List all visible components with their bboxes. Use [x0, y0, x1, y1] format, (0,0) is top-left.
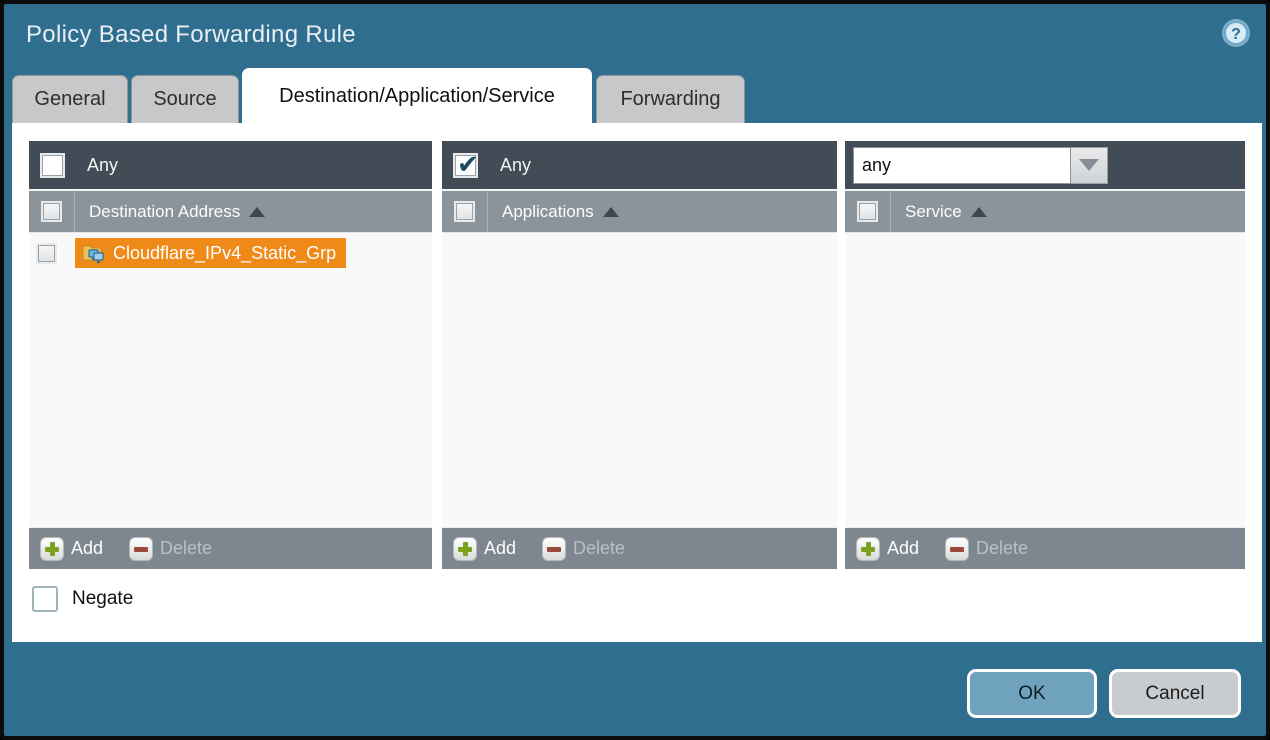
destination-address-list: Cloudflare_IPv4_Static_Grp — [29, 232, 432, 527]
destination-selectall-checkbox[interactable] — [41, 201, 62, 222]
negate-checkbox[interactable] — [32, 586, 58, 612]
address-group-icon — [81, 242, 105, 264]
address-group-name: Cloudflare_IPv4_Static_Grp — [113, 243, 336, 264]
chevron-down-icon — [1079, 159, 1099, 171]
applications-column: Any Applications Add Delete — [442, 141, 837, 569]
delete-icon — [945, 537, 969, 561]
destination-address-sort-header[interactable]: Destination Address — [89, 202, 265, 222]
destination-any-row: Any — [29, 141, 432, 189]
destination-delete-label: Delete — [160, 538, 212, 559]
destination-add-label: Add — [71, 538, 103, 559]
add-icon — [40, 537, 64, 561]
tab-forwarding[interactable]: Forwarding — [596, 75, 745, 123]
service-sort-header[interactable]: Service — [905, 202, 987, 222]
negate-row: Negate — [32, 586, 133, 612]
applications-any-checkbox[interactable] — [453, 153, 478, 178]
applications-sort-header[interactable]: Applications — [502, 202, 619, 222]
applications-any-row: Any — [442, 141, 837, 189]
help-icon[interactable]: ? — [1220, 17, 1252, 49]
service-header-label: Service — [905, 202, 962, 222]
applications-any-label: Any — [500, 155, 531, 176]
applications-header-label: Applications — [502, 202, 594, 222]
applications-header-row: Applications — [442, 189, 837, 232]
tab-general-label: General — [34, 88, 105, 111]
service-column: Service Add Delete — [845, 141, 1245, 569]
tab-source-label: Source — [153, 88, 216, 111]
tab-source[interactable]: Source — [131, 75, 239, 123]
destination-address-column: Any Destination Address — [29, 141, 432, 569]
delete-icon — [129, 537, 153, 561]
applications-delete-label: Delete — [573, 538, 625, 559]
negate-label: Negate — [72, 588, 133, 610]
service-list — [845, 232, 1245, 527]
destination-any-label: Any — [87, 155, 118, 176]
service-delete-label: Delete — [976, 538, 1028, 559]
sort-asc-icon — [603, 207, 619, 217]
cancel-button[interactable]: Cancel — [1109, 669, 1241, 718]
service-add-label: Add — [887, 538, 919, 559]
destination-item-checkbox[interactable] — [36, 243, 57, 264]
service-dropdown-button[interactable] — [1071, 147, 1108, 184]
delete-icon — [542, 537, 566, 561]
applications-selectall-checkbox[interactable] — [454, 201, 475, 222]
applications-selectall-cell — [442, 191, 488, 232]
service-dropdown-input[interactable] — [853, 147, 1071, 184]
destination-actions-bar: Add Delete — [29, 527, 432, 569]
policy-based-forwarding-dialog: Policy Based Forwarding Rule ? General S… — [0, 0, 1270, 740]
service-selectall-checkbox[interactable] — [857, 201, 878, 222]
ok-button[interactable]: OK — [967, 669, 1097, 718]
service-add-button[interactable]: Add — [856, 537, 919, 561]
sort-asc-icon — [249, 207, 265, 217]
applications-list — [442, 232, 837, 527]
service-actions-bar: Add Delete — [845, 527, 1245, 569]
add-icon — [856, 537, 880, 561]
dialog-title: Policy Based Forwarding Rule — [26, 21, 356, 49]
destination-address-header-row: Destination Address — [29, 189, 432, 232]
destination-address-row[interactable]: Cloudflare_IPv4_Static_Grp — [29, 233, 432, 273]
applications-add-label: Add — [484, 538, 516, 559]
tab-destination-label: Destination/Application/Service — [279, 85, 555, 108]
destination-delete-button[interactable]: Delete — [129, 537, 212, 561]
applications-actions-bar: Add Delete — [442, 527, 837, 569]
destination-address-header-label: Destination Address — [89, 202, 240, 222]
service-delete-button[interactable]: Delete — [945, 537, 1028, 561]
destination-selectall-cell — [29, 191, 75, 232]
tab-content-panel: Any Destination Address — [12, 123, 1262, 642]
service-header-row: Service — [845, 189, 1245, 232]
service-selectall-cell — [845, 191, 891, 232]
selected-address-group-chip[interactable]: Cloudflare_IPv4_Static_Grp — [75, 238, 346, 268]
applications-delete-button[interactable]: Delete — [542, 537, 625, 561]
tab-forwarding-label: Forwarding — [620, 88, 720, 111]
tab-destination-application-service[interactable]: Destination/Application/Service — [242, 68, 592, 124]
tab-general[interactable]: General — [12, 75, 128, 123]
destination-any-checkbox[interactable] — [40, 153, 65, 178]
service-combo — [853, 147, 1108, 184]
destination-add-button[interactable]: Add — [40, 537, 103, 561]
svg-text:?: ? — [1231, 26, 1241, 43]
service-any-row — [845, 141, 1245, 189]
applications-add-button[interactable]: Add — [453, 537, 516, 561]
sort-asc-icon — [971, 207, 987, 217]
add-icon — [453, 537, 477, 561]
